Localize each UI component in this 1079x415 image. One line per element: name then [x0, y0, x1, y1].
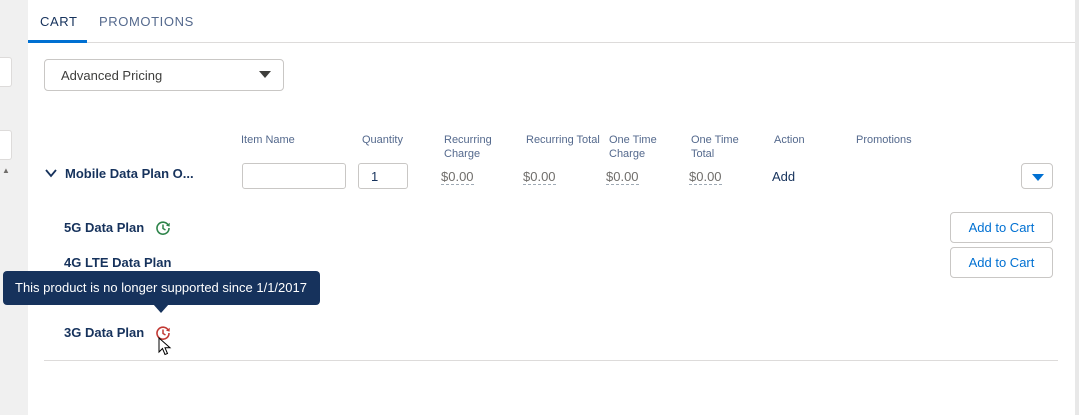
header-one-time-total-line2: Total: [691, 148, 715, 160]
header-one-time-charge-line2: Charge: [609, 148, 646, 160]
add-to-cart-button-4g-lte[interactable]: Add to Cart: [950, 247, 1053, 278]
quantity-input[interactable]: [358, 163, 408, 189]
one-time-total-value[interactable]: $0.00: [689, 169, 722, 185]
active-tab-indicator: [28, 40, 87, 43]
mouse-pointer-icon: [158, 337, 172, 356]
pricing-select[interactable]: Advanced Pricing: [44, 59, 284, 91]
header-one-time-charge: One Time Charge: [609, 133, 657, 161]
header-action: Action: [774, 134, 805, 146]
item-name-input[interactable]: [242, 163, 346, 189]
tab-promotions[interactable]: PROMOTIONS: [99, 14, 194, 29]
cart-panel: CART PROMOTIONS Advanced Pricing Item Na…: [28, 0, 1075, 415]
add-to-cart-button-5g[interactable]: Add to Cart: [950, 212, 1053, 243]
action-add[interactable]: Add: [772, 169, 795, 184]
recurring-charge-value[interactable]: $0.00: [441, 169, 474, 185]
unsupported-product-tooltip: This product is no longer supported sinc…: [3, 271, 320, 305]
header-recurring-charge-line1: Recurring: [444, 134, 492, 146]
product-name-5g: 5G Data Plan: [64, 220, 145, 235]
tab-cart[interactable]: CART: [40, 14, 78, 29]
header-one-time-charge-line1: One Time: [609, 134, 657, 146]
pricing-select-value: Advanced Pricing: [61, 68, 163, 83]
header-promotions: Promotions: [856, 134, 912, 146]
header-one-time-total: One Time Total: [691, 133, 739, 161]
left-field-2[interactable]: [0, 130, 12, 160]
left-field-1[interactable]: [0, 57, 12, 87]
product-name-4g-lte: 4G LTE Data Plan: [64, 255, 172, 270]
tooltip-arrow: [153, 304, 169, 313]
recurring-total-value[interactable]: $0.00: [523, 169, 556, 185]
bundle-name: Mobile Data Plan O...: [65, 166, 194, 181]
header-one-time-total-line1: One Time: [691, 134, 739, 146]
chevron-down-icon[interactable]: [44, 166, 58, 180]
tab-bar: CART PROMOTIONS: [28, 0, 1075, 43]
header-recurring-charge-line2: Charge: [444, 148, 481, 160]
caret-down-icon: [1032, 174, 1044, 181]
header-item-name: Item Name: [241, 134, 295, 146]
caret-down-icon: [259, 71, 271, 78]
header-quantity: Quantity: [362, 134, 403, 146]
header-recurring-total: Recurring Total: [526, 134, 600, 146]
bottom-divider: [44, 360, 1058, 361]
right-scroll-edge: [1075, 0, 1079, 415]
one-time-charge-value[interactable]: $0.00: [606, 169, 639, 185]
product-name-3g: 3G Data Plan: [64, 325, 145, 340]
left-side-panel: ▲: [0, 0, 28, 415]
scroll-up-icon[interactable]: ▲: [2, 166, 10, 175]
row-menu-button[interactable]: [1021, 163, 1053, 189]
header-recurring-charge: Recurring Charge: [444, 133, 492, 161]
clock-refresh-icon[interactable]: [155, 220, 171, 236]
